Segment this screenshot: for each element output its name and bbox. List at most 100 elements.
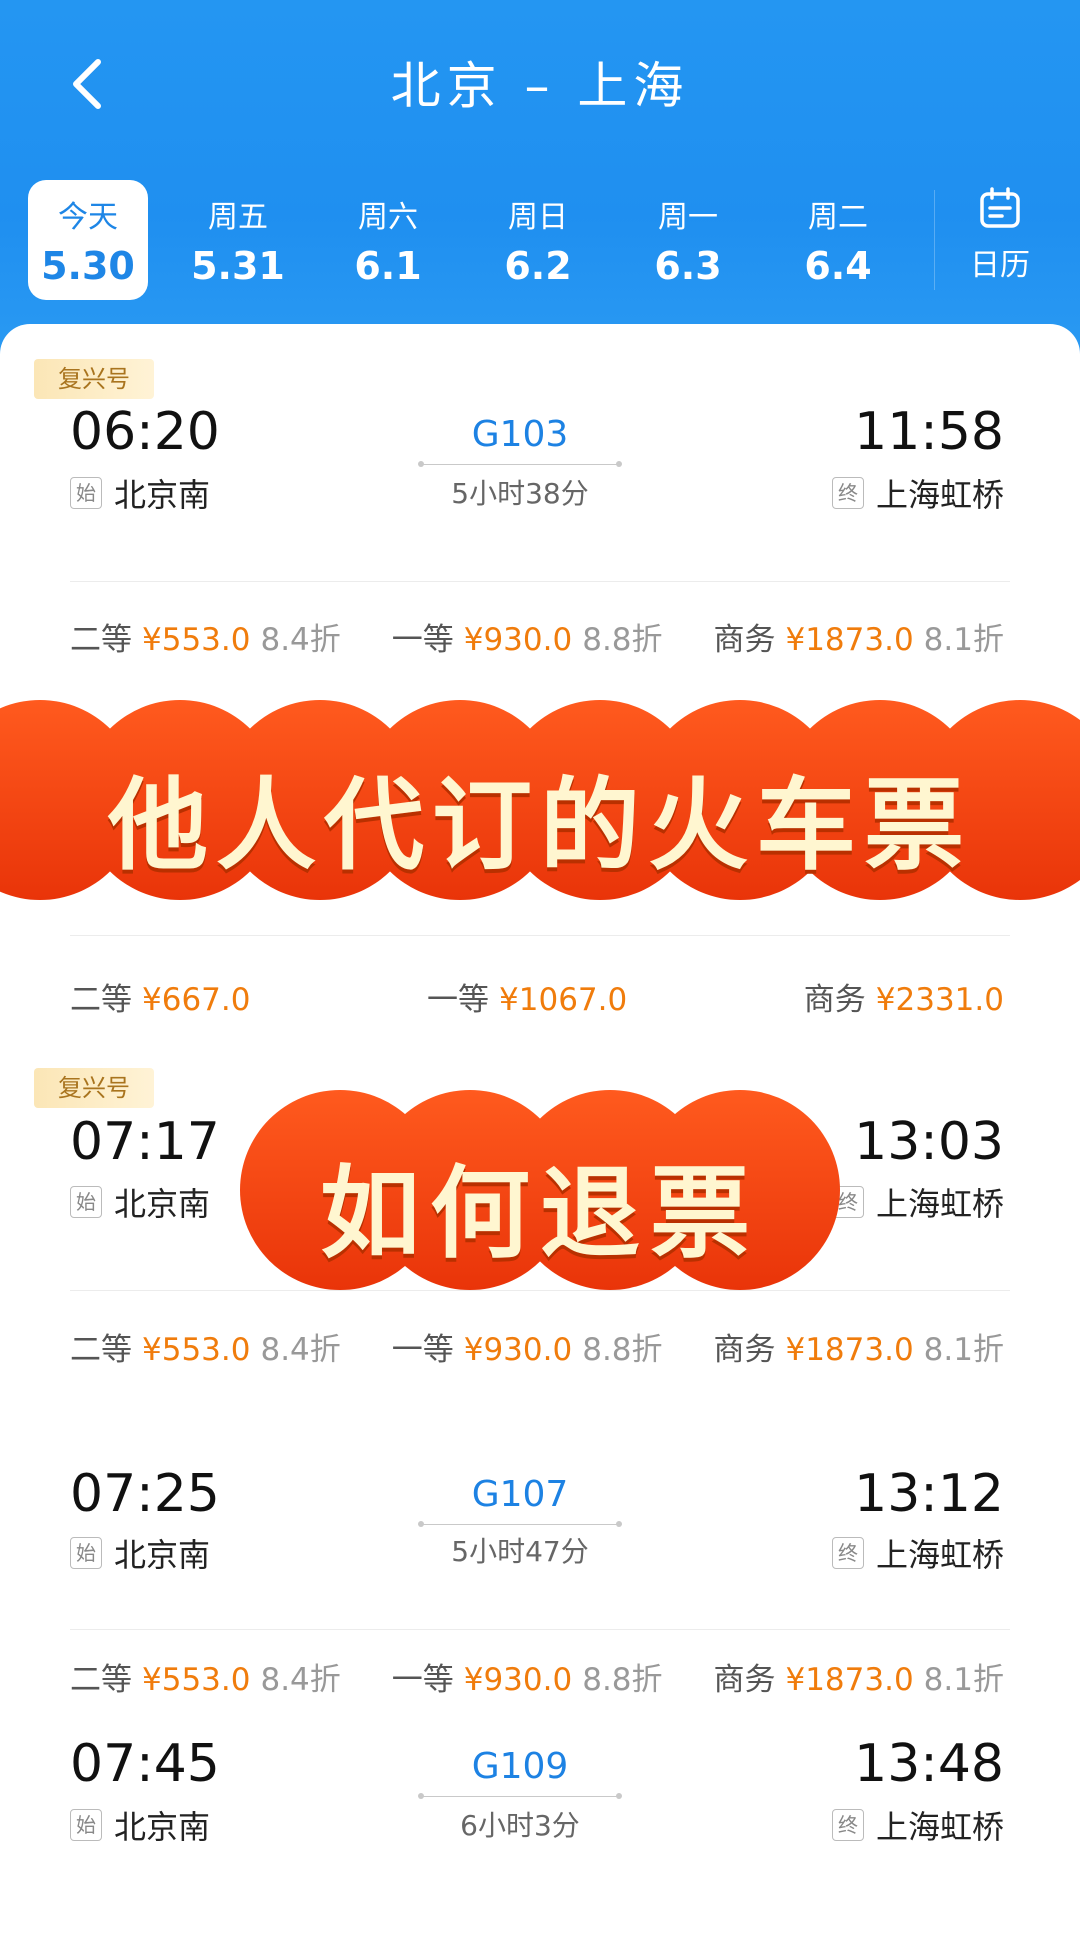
station-name: 上海虹桥 [875,1536,1004,1574]
price-first-class: 一等 ¥930.0 8.8折 [392,614,663,659]
train-card[interactable]: 07:25 G107 5小时47分 13:12 始 北京南 终 上海虹桥 二等 ¥… [0,1384,1080,1724]
discount: 8.4折 [260,1332,341,1368]
start-tag: 始 [70,1537,102,1569]
travel-duration: 6小时3分 [460,1809,580,1842]
price-amount: ¥1873.0 [785,622,914,658]
station-name: 北京南 [114,476,211,514]
card-divider [70,1629,1010,1630]
departure-time: 07:45 [70,1734,220,1794]
seat-class: 二等 [70,1662,132,1698]
banner-title-text: 他人代订的火车票 [108,766,972,884]
price-amount: ¥2331.0 [875,982,1004,1018]
price-second-class: 二等 ¥553.0 8.4折 [70,1654,341,1699]
departure-time: 07:25 [70,1464,220,1524]
overlay-banner-title: 他人代订的火车票 [0,700,1080,900]
start-tag: 始 [70,477,102,509]
discount: 8.4折 [260,1662,341,1698]
arrival-station: 终 上海虹桥 [831,1802,1004,1848]
train-number[interactable]: G103 [420,414,620,455]
discount: 8.8折 [582,1662,663,1698]
date-tab-sun[interactable]: 周日 6.2 [478,180,598,300]
date-value: 5.30 [41,244,135,288]
seat-class: 一等 [391,1332,454,1368]
date-value: 6.3 [654,244,722,288]
date-divider [934,190,935,290]
date-weekday: 周一 [658,200,718,235]
date-tab-fri[interactable]: 周五 5.31 [178,180,298,300]
arrival-time: 13:48 [854,1734,1004,1794]
discount: 8.1折 [923,622,1004,658]
price-business-class: 商务 ¥1873.0 8.1折 [713,1654,1004,1699]
price-business-class: 商务 ¥1873.0 8.1折 [713,1324,1004,1369]
top-header: 北京 – 上海 今天 5.30 周五 5.31 周六 6.1 周日 6.2 周一… [0,0,1080,360]
arrival-station: 终 上海虹桥 [831,470,1004,516]
train-card[interactable]: 复兴号 06:20 G103 5小时38分 11:58 始 北京南 终 上海虹桥… [0,324,1080,684]
price-amount: ¥553.0 [142,1332,251,1368]
train-card[interactable]: 07:45 G109 6小时3分 13:48 始 北京南 终 上海虹桥 [0,1724,1080,1953]
station-name: 上海虹桥 [875,1808,1004,1846]
price-first-class: 一等 ¥1067.0 [427,974,627,1019]
price-amount: ¥553.0 [142,1662,251,1698]
price-second-class: 二等 ¥667.0 [70,974,250,1019]
station-name: 北京南 [114,1808,211,1846]
date-value: 6.2 [504,244,572,288]
price-second-class: 二等 ¥553.0 8.4折 [70,614,341,659]
discount: 8.8折 [582,1332,663,1368]
discount: 8.1折 [923,1662,1004,1698]
seat-class: 二等 [70,982,132,1018]
travel-duration: 5小时47分 [451,1535,589,1568]
date-value: 6.1 [354,244,422,288]
price-row: 二等 ¥553.0 8.4折 一等 ¥930.0 8.8折 商务 ¥1873.0 8.1折 [70,614,1004,659]
end-tag: 终 [831,1809,864,1841]
seat-class: 一等 [427,982,490,1018]
card-divider [70,1290,1010,1291]
arrival-station: 终 上海虹桥 [831,1179,1004,1225]
date-tab-mon[interactable]: 周一 6.3 [628,180,748,300]
departure-time: 07:17 [70,1112,220,1172]
train-number[interactable]: G107 [420,1474,620,1515]
date-selector: 今天 5.30 周五 5.31 周六 6.1 周日 6.2 周一 6.3 周二 … [0,180,1080,300]
discount: 8.8折 [582,622,663,658]
train-number[interactable]: G109 [420,1746,620,1787]
start-tag: 始 [70,1186,102,1218]
price-first-class: 一等 ¥930.0 8.8折 [392,1324,663,1369]
route-line [418,1521,622,1527]
departure-time: 06:20 [70,402,220,462]
calendar-label: 日历 [970,248,1030,283]
departure-station: 始 北京南 [70,1530,210,1576]
date-tab-sat[interactable]: 周六 6.1 [328,180,448,300]
departure-station: 始 北京南 [70,470,210,516]
station-name: 北京南 [114,1536,211,1574]
price-amount: ¥930.0 [463,1662,573,1698]
banner-subtitle-text: 如何退票 [320,1154,760,1272]
seat-class: 一等 [391,622,454,658]
price-second-class: 二等 ¥553.0 8.4折 [70,1324,341,1369]
price-amount: ¥1067.0 [499,982,628,1018]
route-title: 北京 – 上海 [390,57,690,115]
seat-class: 一等 [391,1662,454,1698]
date-weekday: 周五 [208,200,268,235]
price-row: 二等 ¥553.0 8.4折 一等 ¥930.0 8.8折 商务 ¥1873.0 8.1折 [70,1324,1004,1369]
fuxing-badge: 复兴号 [34,1068,154,1108]
date-tab-today[interactable]: 今天 5.30 [28,180,148,300]
calendar-icon [980,187,1020,228]
arrival-time: 13:03 [854,1112,1004,1172]
seat-class: 商务 [713,1662,776,1698]
date-weekday: 周二 [808,200,868,235]
date-value: 6.4 [804,244,872,288]
price-business-class: 商务 ¥1873.0 8.1折 [713,614,1004,659]
arrival-time: 13:12 [854,1464,1004,1524]
arrival-time: 11:58 [854,402,1004,462]
date-tab-tue[interactable]: 周二 6.4 [778,180,898,300]
fuxing-badge: 复兴号 [34,359,154,399]
route-line [418,1793,622,1799]
price-amount: ¥930.0 [463,622,573,658]
discount: 8.4折 [260,622,341,658]
price-business-class: 商务 ¥2331.0 [804,974,1004,1019]
date-weekday: 今天 [58,200,118,235]
calendar-button[interactable]: 日历 [945,180,1055,300]
seat-class: 商务 [713,622,776,658]
arrival-station: 终 上海虹桥 [831,1530,1004,1576]
departure-station: 始 北京南 [70,1179,210,1225]
station-name: 上海虹桥 [875,476,1004,514]
